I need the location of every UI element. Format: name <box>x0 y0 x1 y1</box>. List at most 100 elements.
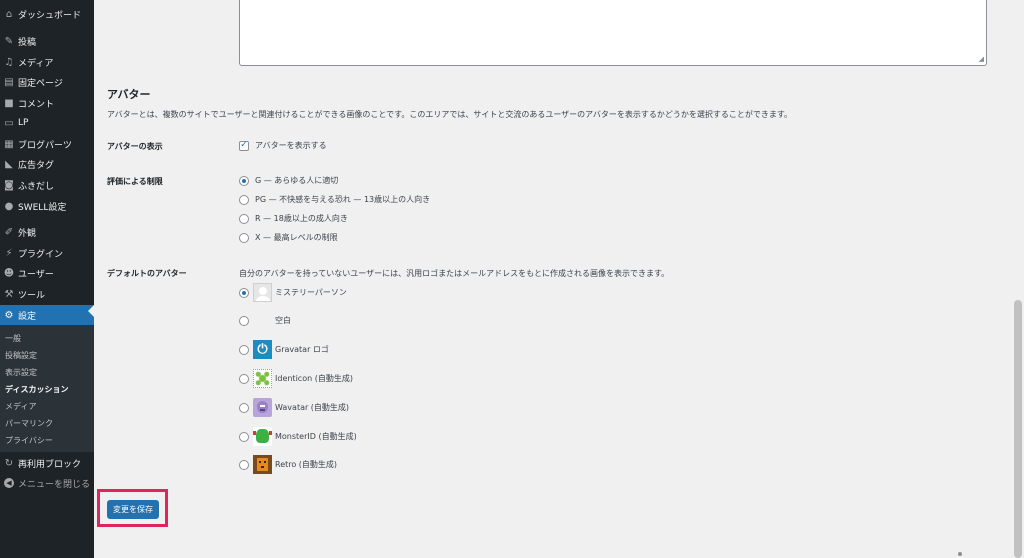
default-avatar-radio[interactable] <box>239 373 249 384</box>
collapse-icon: ◀ <box>4 478 14 488</box>
pushpin-icon: ✎ <box>4 35 14 47</box>
menu-item-media[interactable]: ♫ メディア <box>0 52 94 72</box>
menu-item-speech-bubbles[interactable]: ◙ ふきだし <box>0 175 94 195</box>
default-avatar-label-text: Wavatar (自動生成) <box>275 403 350 412</box>
default-avatar-radio[interactable] <box>239 315 249 326</box>
default-avatar-radio[interactable] <box>239 459 249 470</box>
page-scrollbar[interactable] <box>1012 0 1024 558</box>
show-avatars-option[interactable]: ✓ アバターを表示する <box>239 140 327 151</box>
menu-item-swell-settings[interactable]: ● SWELL設定 <box>0 196 94 216</box>
rating-option-label: R — 18歳以上の成人向き <box>255 214 348 223</box>
avatar-section-description: アバターとは、複数のサイトでユーザーと関連付けることができる画像のことです。この… <box>107 110 793 119</box>
wrench-icon: ⚒ <box>4 288 14 300</box>
rating-option-pg[interactable]: PG — 不快感を与える恐れ — 13歳以上の人向き <box>239 194 430 205</box>
megaphone-icon: ◣ <box>5 158 13 170</box>
textarea-field[interactable]: ◢ <box>239 0 987 66</box>
default-avatar-radio[interactable] <box>239 402 249 413</box>
resize-grip-icon[interactable]: ◢ <box>979 56 984 63</box>
menu-item-label: コメント <box>18 99 55 110</box>
rating-radio[interactable] <box>239 213 249 224</box>
default-avatar-option-monsterid[interactable]: MonsterID (自動生成) <box>239 427 357 446</box>
default-avatar-option-blank[interactable]: 空白 <box>239 311 291 330</box>
submenu-item-permalinks[interactable]: パーマリンク <box>5 418 53 429</box>
default-avatar-option-wavatar[interactable]: Wavatar (自動生成) <box>239 398 349 417</box>
default-avatar-radio[interactable] <box>239 344 249 355</box>
dashboard-icon: ⌂ <box>5 8 13 20</box>
menu-item-comments[interactable]: ■ コメント <box>0 93 94 113</box>
menu-item-dashboard[interactable]: ⌂ ダッシュボード <box>0 4 94 24</box>
menu-item-label: 広告タグ <box>18 160 55 171</box>
menu-item-label: ツール <box>18 290 46 301</box>
menu-item-ad-tags[interactable]: ◣ 広告タグ <box>0 154 94 174</box>
user-icon: ☻ <box>3 267 15 279</box>
submenu-item-reading[interactable]: 表示設定 <box>5 367 37 378</box>
menu-item-blog-parts[interactable]: ▦ ブログパーツ <box>0 134 94 154</box>
rating-option-r[interactable]: R — 18歳以上の成人向き <box>239 213 348 224</box>
rating-option-x[interactable]: X — 最高レベルの制限 <box>239 232 338 243</box>
default-avatar-option-identicon[interactable]: Identicon (自動生成) <box>239 369 353 388</box>
submenu-item-general[interactable]: 一般 <box>5 333 21 344</box>
default-avatar-label-text: Gravatar ロゴ <box>275 345 329 354</box>
menu-item-reusable-blocks[interactable]: ↻ 再利用ブロック <box>0 453 94 473</box>
submenu-item-media[interactable]: メディア <box>5 401 36 412</box>
mystery-person-avatar <box>253 283 272 302</box>
menu-item-tools[interactable]: ⚒ ツール <box>0 284 94 304</box>
default-avatar-radio[interactable] <box>239 431 249 442</box>
default-avatar-option-gravatar[interactable]: ⏻ Gravatar ロゴ <box>239 340 329 359</box>
collapse-menu-button[interactable]: ◀ メニューを閉じる <box>0 473 94 493</box>
default-avatar-option-retro[interactable]: Retro (自動生成) <box>239 455 337 474</box>
show-avatars-checkbox[interactable]: ✓ <box>239 140 249 151</box>
rating-option-label: X — 最高レベルの制限 <box>255 233 338 242</box>
submenu-item-discussion[interactable]: ディスカッション <box>5 384 68 395</box>
settings-submenu: 一般 投稿設定 表示設定 ディスカッション メディア パーマリンク プライバシー <box>0 325 94 452</box>
identicon-avatar <box>253 369 272 388</box>
scrollbar-thumb[interactable] <box>1014 300 1022 558</box>
menu-item-label: 固定ページ <box>18 78 63 89</box>
document-icon: ▭ <box>4 117 14 129</box>
rating-option-g[interactable]: G — あらゆる人に適切 <box>239 175 338 186</box>
menu-item-label: ダッシュボード <box>18 10 82 21</box>
menu-item-appearance[interactable]: ✐ 外観 <box>0 222 94 242</box>
main-content: ◢ アバター アバターとは、複数のサイトでユーザーと関連付けることができる画像の… <box>94 0 1012 558</box>
comment-icon: ■ <box>4 97 14 109</box>
menu-item-label: ユーザー <box>18 269 54 280</box>
menu-item-label: メディア <box>18 58 54 69</box>
speech-bubble-icon: ◙ <box>4 179 14 191</box>
plugin-icon: ⚡ <box>5 247 13 259</box>
default-avatar-label-text: ミステリーパーソン <box>275 288 347 297</box>
rating-radio[interactable] <box>239 194 249 205</box>
rating-option-label: PG — 不快感を与える恐れ — 13歳以上の人向き <box>255 195 431 204</box>
collapse-menu-label: メニューを閉じる <box>18 479 91 490</box>
retro-avatar <box>253 455 272 474</box>
save-changes-button[interactable]: 変更を保存 <box>107 500 159 519</box>
menu-item-users[interactable]: ☻ ユーザー <box>0 263 94 283</box>
menu-item-label: 再利用ブロック <box>18 459 82 470</box>
rating-radio[interactable] <box>239 232 249 243</box>
menu-item-label: SWELL設定 <box>18 202 67 213</box>
menu-item-settings[interactable]: ⚙ 設定 <box>0 305 94 325</box>
menu-item-label: ブログパーツ <box>18 140 72 151</box>
submenu-item-privacy[interactable]: プライバシー <box>5 435 53 446</box>
rating-radio[interactable] <box>239 175 249 186</box>
menu-item-label: LP <box>18 118 29 128</box>
brush-icon: ✐ <box>4 226 14 238</box>
menu-item-pages[interactable]: ▤ 固定ページ <box>0 72 94 92</box>
default-avatar-label-text: 空白 <box>275 316 291 325</box>
page-icon: ▤ <box>4 76 14 88</box>
default-avatar-option-mystery[interactable]: ミステリーパーソン <box>239 283 347 302</box>
monsterid-avatar <box>253 427 272 446</box>
show-avatars-checkbox-label: アバターを表示する <box>255 141 327 150</box>
show-avatars-label: アバターの表示 <box>107 142 163 151</box>
default-avatar-label-text: Retro (自動生成) <box>275 460 338 469</box>
menu-item-plugins[interactable]: ⚡ プラグイン <box>0 243 94 263</box>
menu-item-label: 外観 <box>18 228 37 239</box>
grid-icon: ▦ <box>4 138 14 150</box>
menu-item-lp[interactable]: ▭ LP <box>0 113 94 133</box>
avatar-section-title: アバター <box>107 88 151 101</box>
menu-item-posts[interactable]: ✎ 投稿 <box>0 31 94 51</box>
submenu-item-writing[interactable]: 投稿設定 <box>5 350 37 361</box>
rating-option-label: G — あらゆる人に適切 <box>255 176 339 185</box>
media-icon: ♫ <box>4 56 14 68</box>
default-avatar-radio[interactable] <box>239 287 249 298</box>
reusable-block-icon: ↻ <box>4 457 14 469</box>
